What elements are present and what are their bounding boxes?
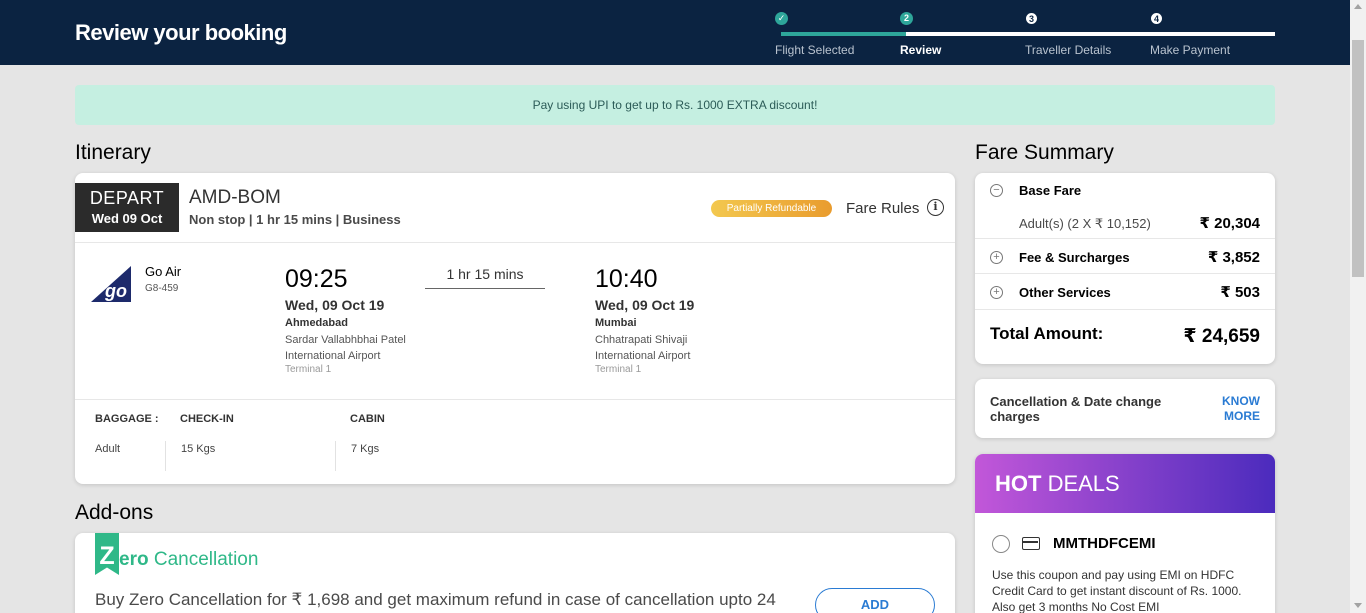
total-amount-value: ₹ 24,659 — [1183, 326, 1260, 347]
divider — [975, 238, 1275, 239]
coupon-description: Use this coupon and pay using EMI on HDF… — [992, 568, 1242, 613]
page-scrollbar[interactable] — [1350, 0, 1366, 613]
addons-heading: Add-ons — [75, 501, 154, 524]
zero-word-rest: ero — [119, 549, 149, 570]
expand-icon[interactable]: + — [990, 251, 1003, 264]
booking-progress-stepper: ✓ Flight Selected 2 Review 3 Traveller D… — [775, 12, 1275, 62]
upi-promo-banner: Pay using UPI to get up to Rs. 1000 EXTR… — [75, 85, 1275, 125]
divider — [335, 441, 336, 471]
scroll-up-icon[interactable] — [1354, 4, 1362, 9]
divider — [975, 309, 1275, 310]
depart-date: Wed 09 Oct — [91, 211, 163, 226]
other-services-label: Other Services — [1019, 285, 1111, 300]
hot-deals-card: HOT DEALS MMTHDFCEMI Use this coupon and… — [975, 454, 1275, 613]
divider — [975, 273, 1275, 274]
cancellation-word: Cancellation — [153, 549, 259, 570]
arrival-date: Wed, 09 Oct 19 — [595, 297, 695, 313]
step-make-payment: 4 Make Payment — [1150, 12, 1230, 57]
arrival-city: Mumbai — [595, 317, 637, 329]
divider — [75, 399, 955, 400]
fare-summary-card: − Base Fare Adult(s) (2 X ₹ 10,152) ₹ 20… — [975, 173, 1275, 364]
total-amount-label: Total Amount: — [990, 324, 1104, 343]
add-zero-cancellation-button[interactable]: ADD — [815, 588, 935, 613]
airport-line: Chhatrapati Shivaji — [595, 334, 688, 346]
fee-surcharges-amount: ₹ 3,852 — [1207, 249, 1260, 266]
coupon-code: MMTHDFCEMI — [1053, 535, 1156, 552]
goair-logo-icon: go — [91, 266, 131, 302]
know-more-line: KNOW — [1222, 394, 1260, 408]
departure-time: 09:25 — [285, 265, 348, 293]
divider — [165, 441, 166, 471]
departure-date: Wed, 09 Oct 19 — [285, 297, 385, 313]
base-fare-label: Base Fare — [1019, 183, 1082, 198]
fee-surcharges-label: Fee & Surcharges — [1019, 250, 1130, 265]
airport-line: International Airport — [285, 350, 381, 362]
cancellation-charges-text: Cancellation & Date change charges — [990, 394, 1162, 424]
arrival-airport: Chhatrapati Shivaji International Airpor… — [595, 332, 735, 364]
scroll-down-icon[interactable] — [1354, 603, 1362, 608]
checkin-allowance: 15 Kgs — [181, 443, 216, 455]
info-icon[interactable]: i — [927, 199, 944, 216]
scrollbar-thumb[interactable] — [1352, 40, 1364, 277]
depart-label: DEPART — [89, 188, 165, 208]
stepper-track-progress — [781, 32, 906, 36]
arrival-terminal: Terminal 1 — [595, 364, 642, 375]
step-label: Traveller Details — [1025, 43, 1112, 57]
step-number: 3 — [1025, 12, 1038, 25]
airport-line: International Airport — [595, 350, 691, 362]
hot-word: HOT — [995, 471, 1042, 496]
departure-airport: Sardar Vallabhbhai Patel International A… — [285, 332, 425, 364]
departure-terminal: Terminal 1 — [285, 364, 332, 375]
route-summary: Non stop | 1 hr 15 mins | Business — [189, 212, 401, 227]
departure-city: Ahmedabad — [285, 317, 348, 329]
know-more-link[interactable]: KNOW MORE — [1200, 394, 1260, 424]
know-more-line: MORE — [1224, 409, 1260, 423]
zero-cancellation-logo: Z — [95, 533, 119, 575]
flight-duration: 1 hr 15 mins — [425, 266, 545, 289]
step-label: Make Payment — [1150, 43, 1231, 57]
step-review: 2 Review — [900, 12, 941, 57]
svg-text:go: go — [104, 281, 127, 301]
airport-line: Sardar Vallabhbhai Patel — [285, 334, 406, 346]
zero-cancellation-card: Z ero Cancellation Buy Zero Cancellation… — [75, 533, 955, 613]
cancellation-charges-card: Cancellation & Date change charges KNOW … — [975, 379, 1275, 438]
depart-tag: DEPART Wed 09 Oct — [75, 183, 179, 232]
top-header: Review your booking ✓ Flight Selected 2 … — [0, 0, 1350, 65]
fare-rules-link[interactable]: Fare Rules — [846, 200, 919, 217]
page-title: Review your booking — [75, 20, 287, 45]
checkin-heading: CHECK-IN — [180, 413, 234, 425]
itinerary-card: DEPART Wed 09 Oct AMD-BOM Non stop | 1 h… — [75, 173, 955, 484]
coupon-radio[interactable] — [992, 535, 1010, 553]
check-icon: ✓ — [775, 12, 788, 25]
flight-number: G8-459 — [145, 283, 179, 294]
baggage-pax-type: Adult — [95, 443, 121, 455]
itinerary-heading: Itinerary — [75, 141, 151, 164]
zero-cancellation-description: Buy Zero Cancellation for ₹ 1,698 and ge… — [95, 590, 776, 609]
zero-cancellation-title: ero Cancellation — [119, 549, 258, 571]
step-number: 2 — [900, 12, 913, 25]
expand-icon[interactable]: + — [990, 286, 1003, 299]
cabin-heading: CABIN — [350, 413, 385, 425]
deals-word: DEALS — [1041, 471, 1120, 496]
step-flight-selected[interactable]: ✓ Flight Selected — [775, 12, 854, 57]
credit-card-icon — [1022, 537, 1040, 550]
arrival-time: 10:40 — [595, 265, 658, 293]
adult-fare-amount: ₹ 20,304 — [1199, 215, 1260, 232]
adult-fare-breakdown: Adult(s) (2 X ₹ 10,152) — [1019, 216, 1151, 231]
step-traveller-details: 3 Traveller Details — [1025, 12, 1111, 57]
divider — [75, 242, 955, 243]
fare-summary-heading: Fare Summary — [975, 141, 1114, 164]
collapse-icon[interactable]: − — [990, 184, 1003, 197]
step-label: Flight Selected — [775, 43, 855, 57]
baggage-heading: BAGGAGE : — [95, 413, 159, 425]
hot-deals-header: HOT DEALS — [975, 454, 1275, 513]
other-services-amount: ₹ 503 — [1220, 284, 1260, 301]
route-code: AMD-BOM — [189, 187, 281, 208]
step-label: Review — [900, 43, 942, 57]
airline-name: Go Air — [145, 264, 182, 279]
step-number: 4 — [1150, 12, 1163, 25]
refund-status-badge: Partially Refundable — [711, 200, 832, 217]
cabin-allowance: 7 Kgs — [351, 443, 380, 455]
